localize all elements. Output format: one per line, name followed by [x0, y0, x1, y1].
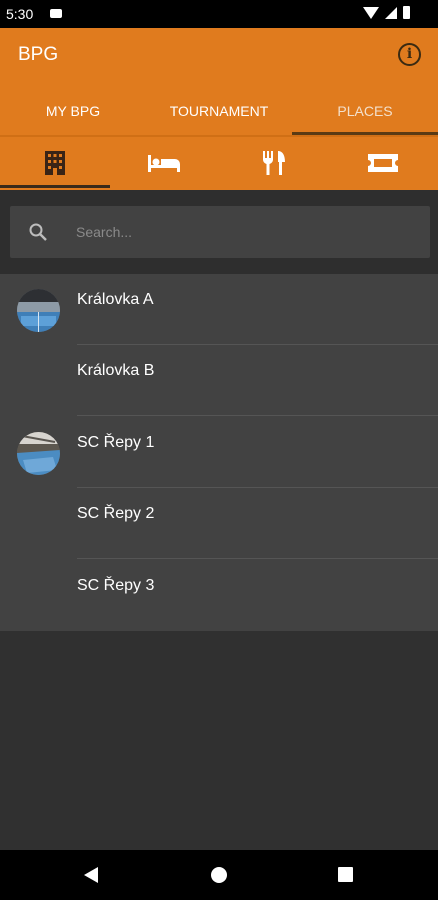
tab-places[interactable]: PLACES	[292, 91, 438, 135]
app-bar: BPG i MY BPG TOURNAMENT PLACES	[0, 28, 438, 190]
list-item[interactable]: Královka B	[0, 345, 438, 416]
list-item[interactable]: SC Řepy 3	[0, 560, 438, 631]
place-name: SC Řepy 3	[77, 577, 155, 594]
status-indicators	[363, 6, 410, 19]
list-item[interactable]: SC Řepy 2	[0, 488, 438, 559]
recent-apps-icon[interactable]	[338, 867, 353, 882]
status-time: 5:30	[6, 6, 34, 22]
app-title: BPG	[18, 44, 59, 65]
system-nav-bar	[0, 850, 438, 900]
back-icon[interactable]	[84, 867, 98, 883]
list-item[interactable]: SC Řepy 1	[0, 417, 438, 488]
subtab-accommodation[interactable]	[110, 139, 220, 187]
search-input[interactable]	[76, 220, 406, 244]
place-name: Královka B	[77, 362, 155, 379]
place-name: SC Řepy 2	[77, 505, 155, 522]
list-divider	[77, 415, 438, 416]
place-avatar	[17, 289, 60, 332]
place-name: SC Řepy 1	[77, 434, 155, 451]
subtab-restaurants[interactable]	[219, 139, 329, 187]
subtab-buildings[interactable]	[0, 139, 110, 187]
subtab-active-indicator	[0, 185, 110, 188]
search-icon	[29, 223, 47, 241]
phone-screen: 5:30 BPG i MY BPG TOURNAMENT PLACES Sear…	[0, 0, 438, 900]
restaurant-icon	[262, 151, 285, 175]
places-list: Královka A Královka B SC Řepy 1 SC Řepy …	[0, 274, 438, 631]
tab-divider	[0, 135, 438, 137]
list-item[interactable]: Královka A	[0, 274, 438, 345]
places-category-tabs	[0, 139, 438, 187]
notification-icon	[50, 9, 62, 18]
main-tabs: MY BPG TOURNAMENT PLACES	[0, 91, 438, 135]
tab-tournament[interactable]: TOURNAMENT	[146, 91, 292, 135]
ticket-icon	[368, 154, 399, 172]
place-name: Královka A	[77, 291, 154, 308]
subtab-tickets[interactable]	[329, 139, 438, 187]
list-divider	[77, 558, 438, 559]
search-area	[0, 190, 438, 274]
tab-my-bpg[interactable]: MY BPG	[0, 91, 146, 135]
place-avatar	[17, 432, 60, 475]
hotel-bed-icon	[148, 155, 181, 172]
signal-icon	[385, 6, 397, 19]
wifi-icon	[363, 6, 379, 19]
home-icon[interactable]	[211, 867, 227, 883]
battery-icon	[403, 6, 410, 19]
info-icon[interactable]: i	[398, 43, 421, 66]
search-box[interactable]	[10, 206, 430, 258]
building-icon	[44, 151, 65, 175]
